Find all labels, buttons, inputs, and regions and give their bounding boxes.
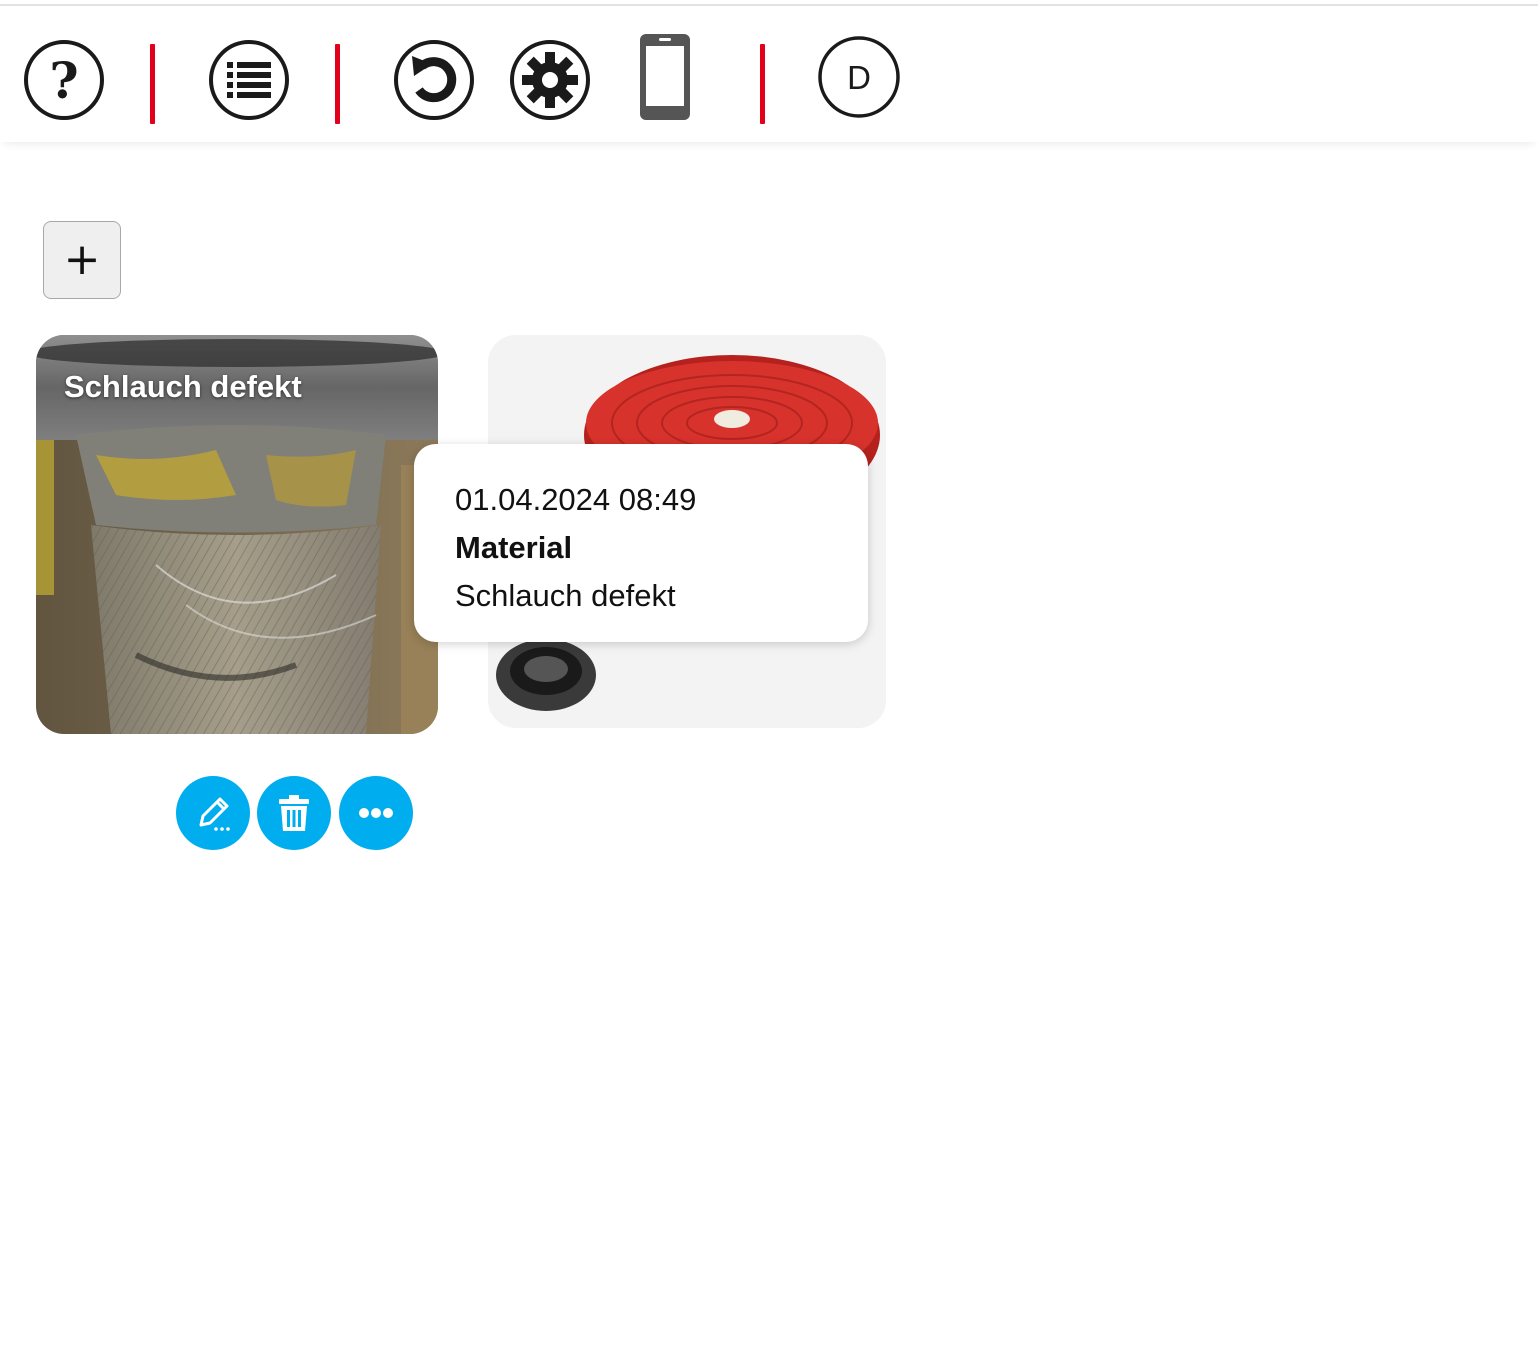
toolbar: ? D	[0, 6, 1538, 142]
edit-icon	[199, 797, 230, 831]
report-tooltip: 01.04.2024 08:49 Material Schlauch defek…	[414, 444, 868, 642]
card-title: Schlauch defekt	[64, 369, 302, 404]
toolbar-separator	[760, 44, 765, 124]
refresh-icon[interactable]	[392, 38, 476, 122]
add-button-label: +	[63, 234, 101, 285]
delete-button[interactable]	[257, 776, 331, 850]
user-avatar[interactable]: D	[816, 34, 902, 120]
toolbar-separator	[150, 44, 155, 124]
tooltip-datetime: 01.04.2024 08:49	[455, 482, 697, 517]
svg-text:?: ?	[49, 51, 78, 110]
report-card[interactable]: Schlauch defekt	[36, 335, 438, 734]
more-button[interactable]	[339, 776, 413, 850]
add-button[interactable]: +	[43, 221, 121, 299]
user-initial: D	[847, 59, 871, 96]
edit-button[interactable]	[176, 776, 250, 850]
delete-icon	[279, 795, 309, 831]
tooltip-category: Material	[455, 530, 573, 565]
toolbar-separator	[335, 44, 340, 124]
more-icon	[359, 808, 393, 818]
help-icon[interactable]: ?	[22, 38, 106, 122]
list-icon[interactable]	[207, 38, 291, 122]
tooltip-description: Schlauch defekt	[455, 578, 676, 613]
settings-icon[interactable]	[508, 38, 592, 122]
mobile-icon[interactable]	[638, 34, 692, 120]
